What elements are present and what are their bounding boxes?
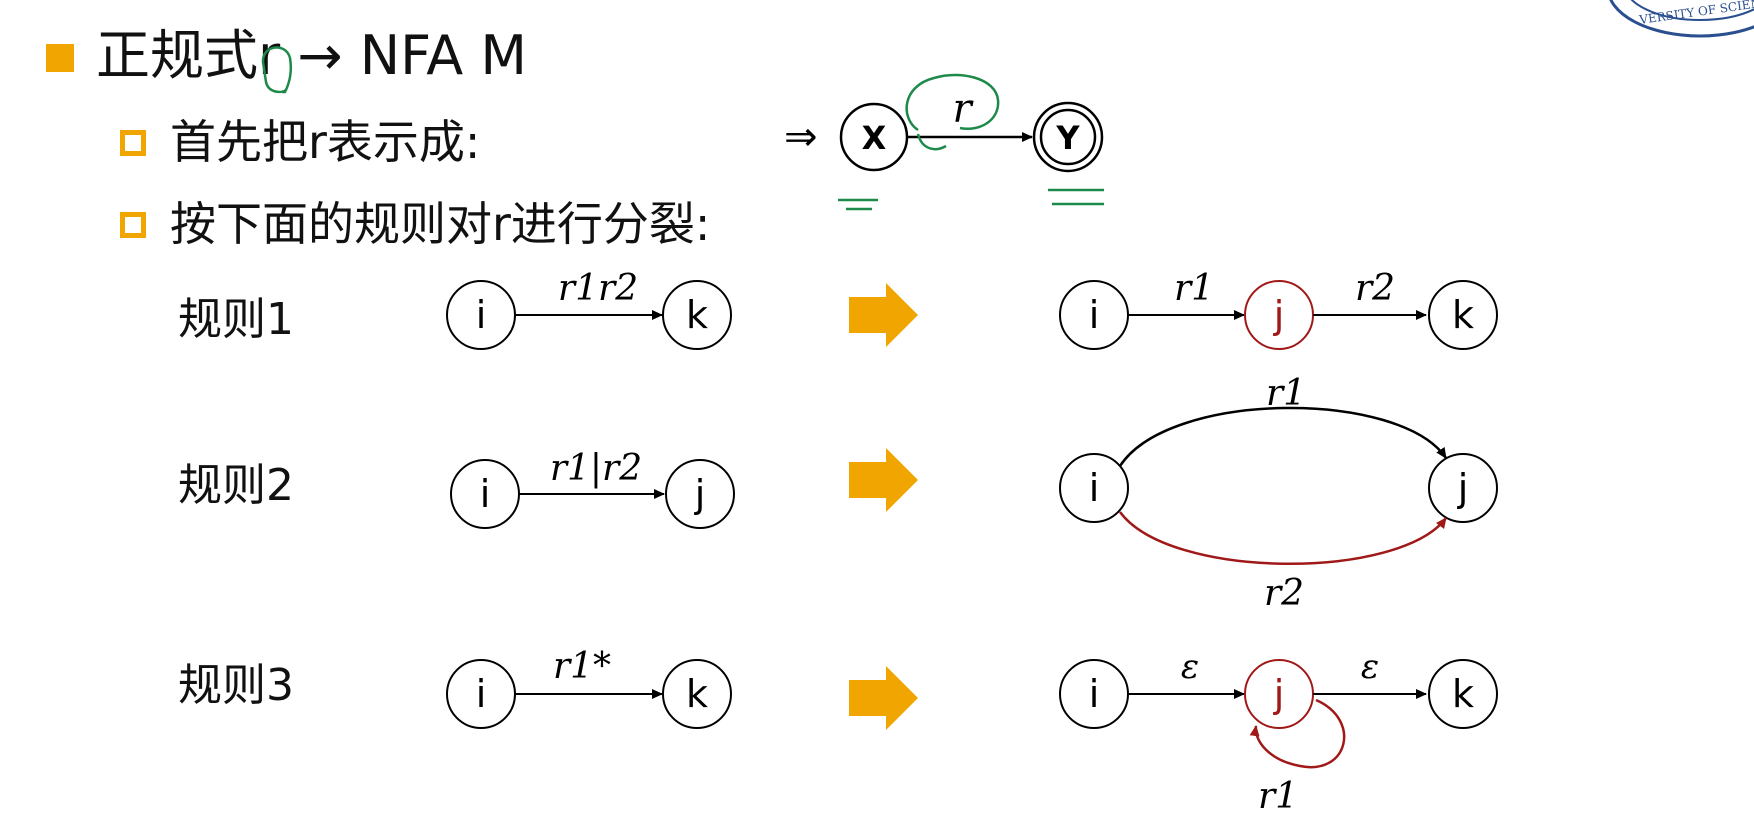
rule3-right-node-j: j (1273, 672, 1285, 716)
rule2-transform-arrow-icon (849, 448, 918, 512)
transform-arrows (849, 283, 918, 730)
rule2-right-label-1: r1 (1266, 373, 1306, 414)
rule2-right-diagram: i j r1 r2 (1059, 373, 1498, 614)
rule3-right-label-2: ε (1361, 647, 1379, 687)
state-y-label: Y (1055, 119, 1080, 157)
rule3-left-diagram: i r1* k (446, 646, 732, 729)
rule2-left-diagram: i r1|r2 j (450, 448, 735, 529)
rule3-right-diagram: i ε j ε k r1 (1059, 647, 1498, 817)
rule2-right-label-2: r2 (1264, 573, 1304, 614)
rule1-right-node-k: k (1452, 293, 1474, 337)
rule2-left-to: j (694, 472, 706, 516)
university-seal-logo: VERSITY OF SCIENC (1609, 0, 1754, 38)
rule2-right-node-j: j (1457, 466, 1469, 510)
rule2-upper-edge (1118, 406, 1448, 467)
rule1-left-from: i (476, 293, 487, 337)
start-arrow-icon: ⇒ (784, 114, 818, 160)
rule1-left-label: r1r2 (558, 268, 638, 309)
rule3-left-to: k (686, 672, 708, 716)
rule1-right-label-1: r1 (1174, 268, 1214, 309)
rule1-transform-arrow-icon (849, 283, 918, 347)
rule3-left-label: r1* (553, 646, 611, 687)
state-x-label: X (862, 119, 887, 157)
rule3-right-label-1: ε (1181, 647, 1199, 687)
rule3-left-from: i (476, 672, 487, 716)
nfa-diagram: VERSITY OF SCIENC ⇒ X r Y i r1r2 k i r1 (261, 0, 1754, 817)
rule1-right-node-j: j (1273, 293, 1285, 337)
handwritten-annotations (261, 46, 1104, 211)
rule2-left-label: r1|r2 (550, 448, 642, 489)
rule1-left-diagram: i r1r2 k (446, 268, 732, 350)
rule3-transform-arrow-icon (849, 666, 918, 730)
rule1-right-node-i: i (1089, 293, 1100, 337)
rule3-right-node-k: k (1452, 672, 1474, 716)
start-edge-label: r (952, 86, 974, 132)
rule2-lower-edge (1118, 511, 1448, 565)
rule1-left-to: k (686, 293, 708, 337)
rule3-right-node-i: i (1089, 672, 1100, 716)
rule1-right-label-2: r2 (1355, 268, 1395, 309)
rule2-right-node-i: i (1089, 466, 1100, 510)
rule3-right-label-loop: r1 (1258, 776, 1298, 817)
rule1-right-diagram: i r1 j r2 k (1059, 268, 1498, 350)
rule2-left-from: i (480, 472, 491, 516)
